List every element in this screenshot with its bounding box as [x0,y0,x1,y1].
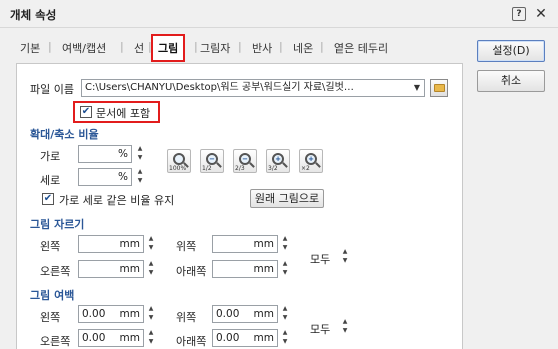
crop-bottom-input[interactable]: mm [212,260,278,278]
scale-height-label: 세로 [40,174,61,187]
tab-neon[interactable]: 네온 [293,40,313,56]
margin-top-label: 위쪽 [176,311,197,324]
margin-bottom-spinner[interactable]: ▲ ▼ [281,329,289,347]
scale-height-spinner[interactable]: ▲ ▼ [136,168,144,186]
zoom-100-button[interactable]: 100% [167,149,191,173]
margin-right-label: 오른쪽 [40,335,71,348]
tab-bar: 기본 | 여백/캡션 | 선 | 그림 | 그림자 | 반사 | 네온 | 옅은… [20,34,480,62]
crop-left-label: 왼쪽 [40,240,61,253]
tab-margin-caption[interactable]: 여백/캡션 [62,40,106,56]
margin-top-spinner[interactable]: ▲ ▼ [281,305,289,323]
crop-bottom-label: 아래쪽 [176,265,207,278]
title-bar: 개체 속성 ? ✕ [0,0,558,28]
margin-right-spinner[interactable]: ▲ ▼ [147,329,155,347]
crop-all-label: 모두 [310,253,331,266]
margin-bottom-input[interactable]: 0.00 mm [212,329,278,347]
zoom-three-halves-button[interactable]: + 3/2 [266,149,290,173]
zoom-double-button[interactable]: + ×2 [299,149,323,173]
folder-icon [434,84,445,92]
tab-reflection[interactable]: 반사 [252,40,272,56]
crop-right-input[interactable]: mm [78,260,144,278]
scale-height-input[interactable]: % [78,168,132,186]
crop-left-input[interactable]: mm [78,235,144,253]
tab-separator: | [279,40,283,53]
tab-soft-edge[interactable]: 옅은 테두리 [334,40,388,56]
margin-all-label: 모두 [310,323,331,336]
margin-all-spinner[interactable]: ▲ ▼ [341,318,349,336]
scale-width-input[interactable]: % [78,145,132,163]
tab-separator: | [48,40,52,53]
crop-section-title: 그림 자르기 [30,218,85,231]
include-in-document-checkbox[interactable]: ✔ [80,106,92,118]
file-path-value: C:\Users\CHANYU\Desktop\워드 공부\워드실기 자료\길벗… [85,82,354,93]
tab-separator: | [320,40,324,53]
margin-bottom-label: 아래쪽 [176,335,207,348]
margin-left-label: 왼쪽 [40,311,61,324]
zoom-half-button[interactable]: − 1/2 [200,149,224,173]
crop-top-spinner[interactable]: ▲ ▼ [281,235,289,253]
cancel-button[interactable]: 취소 [477,70,545,92]
margin-left-spinner[interactable]: ▲ ▼ [147,305,155,323]
tab-separator: | [238,40,242,53]
tab-separator: | [194,40,198,53]
crop-left-spinner[interactable]: ▲ ▼ [147,235,155,253]
include-in-document-label: 문서에 포함 [96,107,151,120]
margin-top-input[interactable]: 0.00 mm [212,305,278,323]
tab-separator: | [120,40,124,53]
scale-width-spinner[interactable]: ▲ ▼ [136,145,144,163]
tab-picture[interactable]: 그림 [151,34,186,62]
crop-right-spinner[interactable]: ▲ ▼ [147,260,155,278]
window-title: 개체 속성 [10,8,57,22]
margin-right-input[interactable]: 0.00 mm [78,329,144,347]
file-path-combobox[interactable]: C:\Users\CHANYU\Desktop\워드 공부\워드실기 자료\길벗… [81,79,425,97]
scale-width-label: 가로 [40,150,61,163]
ok-button[interactable]: 설정(D) [477,40,545,62]
tab-basic[interactable]: 기본 [20,40,40,56]
crop-right-label: 오른쪽 [40,265,71,278]
browse-button[interactable] [430,79,448,97]
zoom-two-thirds-button[interactable]: − 2/3 [233,149,257,173]
scale-section-title: 확대/축소 비율 [30,128,99,141]
margin-section-title: 그림 여백 [30,289,75,302]
close-button[interactable]: ✕ [534,7,548,21]
margin-left-input[interactable]: 0.00 mm [78,305,144,323]
crop-bottom-spinner[interactable]: ▲ ▼ [281,260,289,278]
tab-shadow[interactable]: 그림자 [200,40,230,56]
crop-top-input[interactable]: mm [212,235,278,253]
tab-line[interactable]: 선 [134,40,144,56]
file-name-label: 파일 이름 [30,83,74,96]
original-size-button[interactable]: 원래 그림으로 [250,189,324,208]
chevron-down-icon[interactable]: ▼ [410,80,424,96]
crop-all-spinner[interactable]: ▲ ▼ [341,248,349,266]
help-button[interactable]: ? [512,7,526,21]
keep-ratio-checkbox[interactable]: ✔ [42,193,54,205]
keep-ratio-label: 가로 세로 같은 비율 유지 [59,194,175,207]
crop-top-label: 위쪽 [176,240,197,253]
